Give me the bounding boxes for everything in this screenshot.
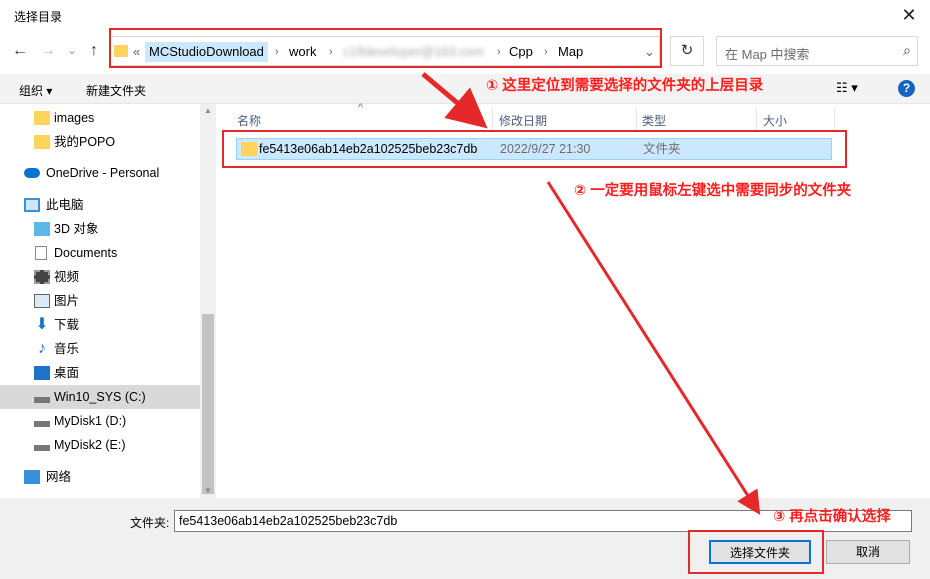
folder-check-icon (34, 111, 50, 125)
sidebar-item-label: Win10_SYS (C:) (54, 390, 146, 404)
annotation-step1: ① 这里定位到需要选择的文件夹的上层目录 (486, 78, 764, 94)
sidebar-scrollbar[interactable]: ▲ ▼ (200, 104, 216, 498)
sidebar-item-pictures[interactable]: 图片 (0, 289, 200, 313)
column-header-type[interactable]: 类型 (642, 110, 666, 132)
column-header-name[interactable]: 名称 (237, 110, 261, 132)
sidebar-item-label: 我的POPO (54, 135, 116, 149)
sidebar-item-drive-d[interactable]: MyDisk1 (D:) (0, 409, 200, 433)
cloud-icon (24, 168, 40, 178)
view-options-icon[interactable]: ☷ ▾ (836, 80, 858, 96)
search-placeholder: 在 Map 中搜索 (725, 47, 810, 62)
video-icon (34, 270, 50, 284)
search-box[interactable]: 在 Map 中搜索 ⌕ (716, 36, 918, 66)
sidebar-item-this-pc[interactable]: 此电脑 (0, 193, 200, 217)
navigation-pane: images 我的POPO OneDrive - Personal 此电脑 3D… (0, 104, 214, 498)
desktop-icon (34, 366, 50, 380)
computer-icon (24, 198, 40, 212)
window-title: 选择目录 (14, 10, 63, 24)
sidebar-item-label: 视频 (54, 270, 80, 284)
sidebar-item-drive-e[interactable]: MyDisk2 (E:) (0, 433, 200, 457)
column-divider[interactable] (492, 108, 493, 132)
cube-icon (34, 222, 50, 236)
sidebar-item-label: 图片 (54, 294, 80, 308)
search-icon[interactable]: ⌕ (903, 42, 911, 59)
sidebar-item-images[interactable]: images (0, 106, 200, 130)
sidebar-item-label: MyDisk2 (E:) (54, 438, 126, 452)
sort-indicator-icon: ^ (358, 102, 364, 114)
sidebar-item-label: Documents (54, 246, 118, 260)
sidebar-item-label: 音乐 (54, 342, 80, 356)
sidebar-item-label: 下载 (54, 318, 80, 332)
close-icon[interactable]: ✕ (898, 4, 920, 26)
sidebar-item-popo[interactable]: 我的POPO (0, 130, 200, 154)
annotation-box-address (109, 28, 662, 68)
picture-icon (34, 294, 50, 308)
sidebar-item-onedrive[interactable]: OneDrive - Personal (0, 161, 200, 185)
column-divider[interactable] (756, 108, 757, 132)
new-folder-button[interactable]: 新建文件夹 (86, 82, 146, 99)
sidebar-item-label: images (54, 111, 95, 125)
command-toolbar: 组织 ▾ 新建文件夹 ☷ ▾ ? (0, 74, 930, 104)
annotation-box-folder (222, 130, 847, 168)
annotation-step3: ③ 再点击确认选择 (773, 509, 891, 525)
document-icon (35, 246, 47, 260)
sidebar-item-desktop[interactable]: 桌面 (0, 361, 200, 385)
sidebar-item-documents[interactable]: Documents (0, 241, 200, 265)
column-divider[interactable] (834, 108, 835, 132)
sidebar-item-videos[interactable]: 视频 (0, 265, 200, 289)
scroll-down-icon[interactable]: ▼ (204, 486, 212, 495)
sidebar-item-downloads[interactable]: ⬇ 下载 (0, 313, 200, 337)
sidebar-item-label: 3D 对象 (54, 222, 99, 236)
scroll-up-icon[interactable]: ▲ (204, 106, 212, 115)
column-header-size[interactable]: 大小 (763, 110, 787, 132)
download-icon: ⬇ (35, 316, 49, 333)
sidebar-item-network[interactable]: 网络 (0, 465, 200, 489)
sidebar-item-label: 网络 (46, 470, 72, 484)
sidebar-item-label: 桌面 (54, 366, 80, 380)
cancel-button[interactable]: 取消 (826, 540, 910, 564)
folder-field-label: 文件夹: (130, 516, 170, 530)
sidebar-item-label: 此电脑 (46, 198, 84, 212)
annotation-step2: ② 一定要用鼠标左键选中需要同步的文件夹 (574, 183, 852, 199)
network-icon (24, 470, 40, 484)
folder-icon (34, 135, 50, 149)
sidebar-item-3d-objects[interactable]: 3D 对象 (0, 217, 200, 241)
help-icon[interactable]: ? (898, 80, 915, 97)
drive-icon (34, 421, 50, 427)
sidebar-item-label: OneDrive - Personal (46, 166, 160, 180)
drive-icon (34, 397, 50, 403)
sidebar-item-drive-c[interactable]: Win10_SYS (C:) (0, 385, 200, 409)
up-folder-icon[interactable]: ↑ (84, 41, 104, 61)
annotation-box-select (688, 530, 824, 574)
scrollbar-thumb[interactable] (202, 314, 214, 494)
refresh-button[interactable]: ↻ (670, 36, 704, 66)
recent-locations-icon[interactable]: ⌄ (62, 40, 82, 60)
music-icon: ♪ (38, 340, 46, 357)
refresh-icon: ↻ (680, 42, 694, 59)
forward-icon[interactable]: → (38, 41, 58, 61)
column-divider[interactable] (636, 108, 637, 132)
sidebar-item-label: MyDisk1 (D:) (54, 414, 127, 428)
back-icon[interactable]: ← (10, 41, 30, 61)
drive-icon (34, 445, 50, 451)
sidebar-item-music[interactable]: ♪ 音乐 (0, 337, 200, 361)
organize-menu-button[interactable]: 组织 ▾ (19, 82, 52, 99)
column-header-modified[interactable]: 修改日期 (499, 110, 547, 132)
